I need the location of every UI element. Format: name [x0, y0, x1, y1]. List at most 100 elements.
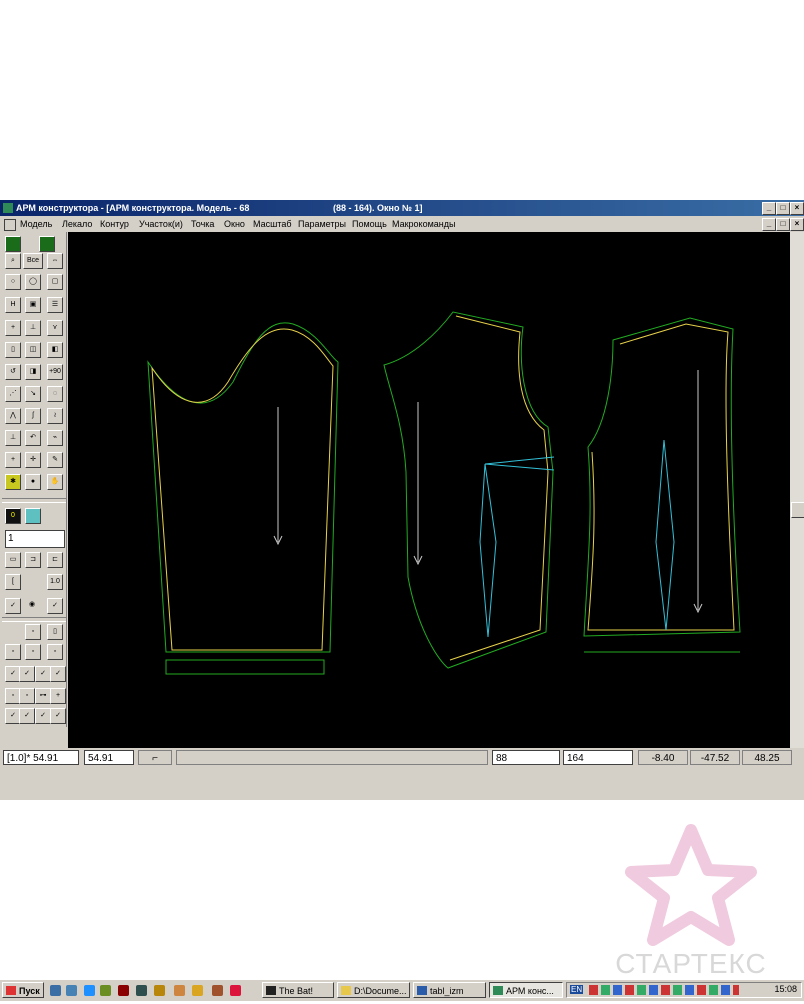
rotate-90-button[interactable]: +90 [47, 364, 63, 380]
smooth-icon[interactable]: ◌ [47, 386, 63, 402]
scale-input[interactable]: 54.91 [84, 750, 134, 765]
list-icon[interactable]: ☰ [47, 297, 63, 313]
brush-quick-icon[interactable] [212, 985, 223, 996]
mail-icon[interactable] [84, 985, 95, 996]
tool-k-icon[interactable]: ⊶ [35, 688, 51, 704]
tool-g-icon[interactable]: ▫ [25, 644, 41, 660]
game-quick-icon[interactable] [230, 985, 241, 996]
tool-h-icon[interactable]: ▫ [47, 644, 63, 660]
lang-indicator[interactable]: EN [570, 985, 584, 994]
menu-contour[interactable]: Контур [100, 216, 129, 232]
folder-quick-icon[interactable] [154, 985, 165, 996]
minimize-button[interactable]: _ [762, 202, 776, 215]
check-h-icon[interactable]: ✓ [19, 708, 35, 724]
pin-icon[interactable]: ⊥ [5, 430, 21, 446]
menu-model[interactable]: Модель [20, 216, 52, 232]
cross-move-icon[interactable]: ✛ [25, 452, 41, 468]
doc-minimize-button[interactable]: _ [762, 218, 776, 231]
link-icon[interactable]: ⌁ [47, 430, 63, 446]
doc-icon[interactable] [4, 219, 16, 231]
ie-icon[interactable] [50, 985, 61, 996]
menu-macros[interactable]: Макрокоманды [392, 216, 455, 232]
wave-icon[interactable]: ≀ [47, 408, 63, 424]
zoom-icon[interactable]: ⌕ [5, 253, 21, 269]
dot-icon[interactable]: ● [25, 474, 41, 490]
doc-restore-button[interactable]: □ [776, 218, 790, 231]
contour-icon[interactable]: ▯ [5, 342, 21, 358]
tool-a-icon[interactable]: ▭ [5, 552, 21, 568]
task-arm[interactable]: АРМ конс... [489, 982, 563, 998]
layer-dark-button[interactable]: 0 [5, 508, 21, 524]
grade-icon[interactable]: ✱ [5, 474, 21, 490]
split-icon[interactable]: ⋎ [47, 320, 63, 336]
menu-point[interactable]: Точка [191, 216, 214, 232]
doc-close-button[interactable]: × [790, 218, 804, 231]
tool-quick-icon[interactable] [174, 985, 185, 996]
desktop-icon[interactable] [66, 985, 77, 996]
slice-icon[interactable]: ◧ [47, 342, 63, 358]
tool-l-icon[interactable]: + [50, 688, 66, 704]
ratio-button[interactable]: 1.0 [47, 574, 63, 590]
app-quick-icon[interactable] [100, 985, 111, 996]
select-tool-button[interactable] [5, 236, 21, 252]
add-point-icon[interactable]: + [5, 320, 21, 336]
save-quick-icon[interactable] [118, 985, 129, 996]
size1-select[interactable]: 88 [492, 750, 560, 765]
calc-icon[interactable] [136, 985, 147, 996]
dart-icon[interactable]: ⋀ [5, 408, 21, 424]
curve-icon[interactable]: ↘ [25, 386, 41, 402]
menu-help[interactable]: Помощь [352, 216, 387, 232]
radio-icon[interactable]: ◉ [25, 598, 39, 612]
tool-f-icon[interactable]: ▫ [5, 644, 21, 660]
ellipse-icon[interactable]: ○ [5, 274, 21, 290]
start-button[interactable]: Пуск [2, 982, 44, 998]
tray-icons[interactable] [589, 985, 739, 995]
pen-icon[interactable]: ✎ [47, 452, 63, 468]
check-b-icon[interactable]: ✓ [47, 598, 63, 614]
tool-c-icon[interactable]: ⊏ [47, 552, 63, 568]
check-e-icon[interactable]: ✓ [35, 666, 51, 682]
vertical-scrollbar[interactable] [790, 232, 804, 748]
tool-e-icon[interactable]: ▯ [47, 624, 63, 640]
circle-icon[interactable]: ◯ [25, 274, 41, 290]
maximize-button[interactable]: □ [776, 202, 790, 215]
menu-scale[interactable]: Масштаб [253, 216, 292, 232]
scale-tool-icon[interactable]: ⌐ [138, 750, 172, 765]
node-icon[interactable]: ⋰ [5, 386, 21, 402]
task-documents[interactable]: D:\Docume... [337, 982, 410, 998]
task-tabl-izm[interactable]: tabl_izm [413, 982, 486, 998]
check-d-icon[interactable]: ✓ [19, 666, 35, 682]
copy-icon[interactable]: ◫ [25, 342, 41, 358]
bracket-icon[interactable]: [ [5, 574, 21, 590]
close-button[interactable]: × [790, 202, 804, 215]
menu-parameters[interactable]: Параметры [298, 216, 346, 232]
stamp-icon[interactable]: ▣ [25, 297, 41, 313]
rotate-icon[interactable]: ↺ [5, 364, 21, 380]
tool-d-icon[interactable]: ▫ [25, 624, 41, 640]
layer-cyan-button[interactable] [25, 508, 41, 524]
zoom-all-button[interactable]: Все [23, 253, 43, 269]
drawing-canvas[interactable] [68, 232, 790, 748]
menu-segments[interactable]: Участок(и) [139, 216, 183, 232]
size2-select[interactable]: 164 [563, 750, 633, 765]
rect-icon[interactable]: ▢ [47, 274, 63, 290]
move-point-icon[interactable]: ⊥ [25, 320, 41, 336]
undo-icon[interactable]: ↶ [25, 430, 41, 446]
check-i-icon[interactable]: ✓ [35, 708, 51, 724]
value-input[interactable]: 1 [5, 530, 65, 548]
pattern-tool-button[interactable] [39, 236, 55, 252]
tool-b-icon[interactable]: ⊐ [25, 552, 41, 568]
fit-icon[interactable]: H [5, 297, 21, 313]
hand-icon[interactable]: ✋ [47, 474, 63, 490]
mirror-icon[interactable]: ⇔ [47, 253, 63, 269]
flip-icon[interactable]: ◨ [25, 364, 41, 380]
cross-icon[interactable]: + [5, 452, 21, 468]
scroll-thumb[interactable] [791, 502, 804, 518]
pencil-quick-icon[interactable] [192, 985, 203, 996]
check-j-icon[interactable]: ✓ [50, 708, 66, 724]
bezier-icon[interactable]: ʃ [25, 408, 41, 424]
tool-j-icon[interactable]: ▫ [19, 688, 35, 704]
check-f-icon[interactable]: ✓ [50, 666, 66, 682]
menu-pattern[interactable]: Лекало [62, 216, 92, 232]
task-the-bat[interactable]: The Bat! [262, 982, 334, 998]
